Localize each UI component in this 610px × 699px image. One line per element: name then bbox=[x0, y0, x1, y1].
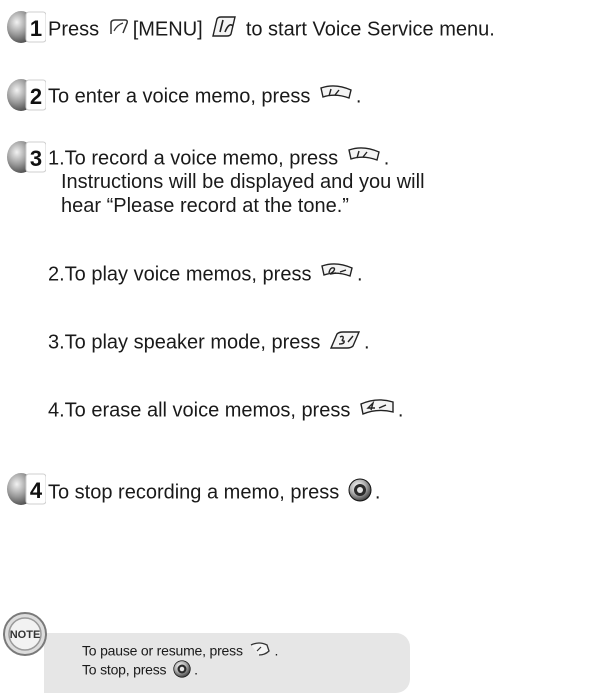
key-1-icon bbox=[347, 146, 381, 172]
step-2-number: 2 bbox=[30, 84, 42, 109]
step-1-text: Press [MENU] to start Voice Service menu… bbox=[48, 16, 495, 44]
step-4-badge: 4 bbox=[6, 470, 46, 508]
step-1-number: 1 bbox=[30, 16, 42, 41]
key-1-icon bbox=[319, 84, 353, 110]
step-3-line-3: hear “Please record at the tone.” bbox=[61, 195, 349, 217]
side-key-icon bbox=[249, 641, 271, 663]
note-label: NOTE bbox=[10, 629, 41, 641]
step-3-line-2: Instructions will be displayed and you w… bbox=[61, 171, 425, 193]
key-1-icon bbox=[211, 16, 237, 44]
step-1-badge: 1 bbox=[6, 8, 46, 46]
step-4-number: 4 bbox=[30, 478, 43, 503]
step-4-text: To stop recording a memo, press . bbox=[48, 478, 380, 508]
step-3-line-6: 4.To erase all voice memos, press . bbox=[48, 398, 403, 424]
key-4-icon bbox=[359, 398, 395, 424]
step-3-number: 3 bbox=[30, 146, 42, 171]
note-line-2: To stop, press . bbox=[82, 660, 198, 682]
step-3-line-4: 2.To play voice memos, press . bbox=[48, 262, 363, 288]
key-2-icon bbox=[320, 262, 354, 288]
step-2-badge: 2 bbox=[6, 76, 46, 114]
step-3-line-1: 1.To record a voice memo, press . bbox=[48, 146, 389, 172]
step-2-text: To enter a voice memo, press . bbox=[48, 84, 361, 110]
ok-key-icon bbox=[173, 660, 191, 682]
step-3-badge: 3 bbox=[6, 138, 46, 176]
ok-key-icon bbox=[348, 478, 372, 508]
note-badge: NOTE bbox=[2, 611, 48, 662]
menu-soft-key-icon bbox=[108, 17, 130, 43]
key-3-icon bbox=[329, 330, 361, 356]
step-3-line-5: 3.To play speaker mode, press . bbox=[48, 330, 370, 356]
